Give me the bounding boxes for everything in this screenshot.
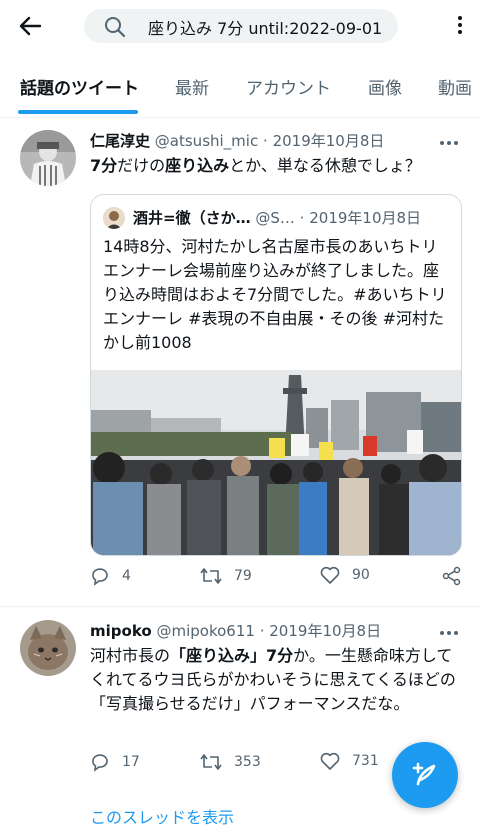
like-count: 731	[352, 753, 379, 769]
like-icon	[320, 752, 340, 770]
quote-text: 14時8分、河村たかし名古屋市長のあいちトリエンナーレ会場前座り込みが終了しまし…	[103, 237, 447, 352]
like-button[interactable]: 90	[320, 566, 370, 584]
avatar[interactable]	[20, 130, 76, 186]
retweet-count: 353	[234, 754, 261, 770]
tweet-actions: 4 79 90	[90, 566, 470, 594]
author-name[interactable]: 仁尾淳史	[90, 132, 150, 150]
tweet-more-button[interactable]	[440, 141, 458, 145]
quote-author-handle: @S…	[255, 209, 295, 227]
tweet-text: 河村市長の「座り込み」7分か。一生懸命味方してくれてるウヨ氏らがかわいそうに思え…	[90, 646, 456, 713]
quote-date: 2019年10月8日	[309, 209, 422, 227]
show-thread-link[interactable]: このスレッドを表示	[90, 804, 234, 828]
reply-count: 17	[122, 754, 140, 770]
retweet-button[interactable]: 79	[200, 566, 252, 586]
reply-icon	[92, 568, 108, 586]
tweet-date[interactable]: 2019年10月8日	[273, 132, 385, 150]
quoted-tweet[interactable]: 酒井=徹（さか… @S… · 2019年10月8日 14時8分、河村たかし名古屋…	[90, 194, 462, 556]
quote-header: 酒井=徹（さか… @S… · 2019年10月8日	[133, 209, 422, 227]
quote-avatar	[103, 207, 125, 229]
author-handle[interactable]: @mipoko611	[156, 622, 254, 640]
like-count: 90	[352, 567, 370, 583]
tweet-more-button[interactable]	[440, 631, 458, 635]
avatar[interactable]	[20, 620, 76, 676]
like-button[interactable]: 731	[320, 752, 379, 770]
tweet-header: mipoko @mipoko611 · 2019年10月8日	[90, 622, 382, 640]
quote-photo[interactable]	[91, 370, 461, 555]
tweet-text: 7分だけの座り込みとか、単なる休憩でしょ？	[90, 156, 421, 175]
retweet-count: 79	[234, 568, 252, 584]
reply-button[interactable]: 17	[90, 752, 140, 772]
crowd-photo	[91, 370, 461, 555]
share-icon	[442, 566, 461, 586]
compose-icon	[412, 762, 436, 786]
reply-icon	[92, 754, 108, 772]
retweet-button[interactable]: 353	[200, 752, 261, 772]
reply-count: 4	[122, 568, 131, 584]
avatar-image	[20, 620, 76, 676]
share-button[interactable]	[442, 566, 462, 586]
quote-author-name: 酒井=徹（さか…	[133, 209, 251, 227]
author-name[interactable]: mipoko	[90, 622, 152, 640]
author-handle[interactable]: @atsushi_mic	[155, 132, 258, 150]
tweet[interactable]: 仁尾淳史 @atsushi_mic · 2019年10月8日 7分だけの座り込み…	[0, 0, 480, 604]
compose-button[interactable]	[392, 742, 458, 808]
like-icon	[320, 566, 340, 584]
tweet-date[interactable]: 2019年10月8日	[269, 622, 381, 640]
tweet-header: 仁尾淳史 @atsushi_mic · 2019年10月8日	[90, 132, 385, 150]
avatar-image	[20, 130, 76, 186]
retweet-icon	[200, 754, 222, 770]
retweet-icon	[200, 568, 222, 584]
reply-button[interactable]: 4	[90, 566, 131, 586]
